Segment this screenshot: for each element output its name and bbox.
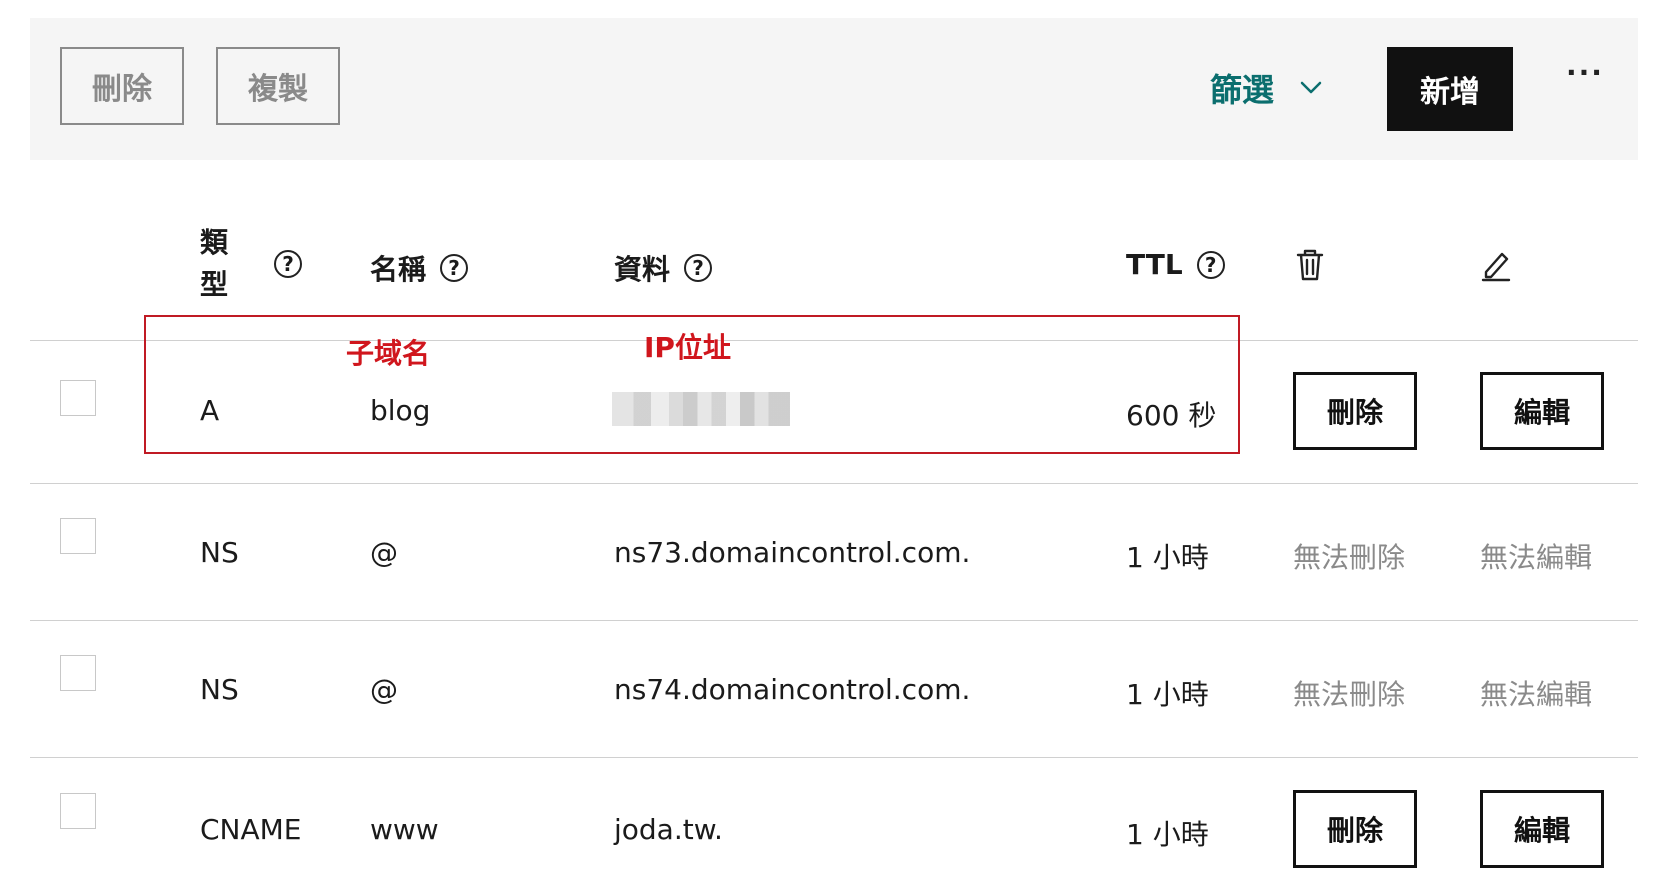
help-icon-name[interactable]: ? xyxy=(440,254,469,282)
pencil-icon xyxy=(1481,252,1511,282)
help-icon-ttl[interactable]: ? xyxy=(1196,250,1225,279)
delete-button[interactable]: 刪除 xyxy=(1293,790,1417,868)
header-name-label: 名稱 xyxy=(370,253,427,286)
row-divider xyxy=(30,620,1638,621)
edit-button[interactable]: 編輯 xyxy=(1480,790,1604,868)
help-icon-type[interactable]: ? xyxy=(274,250,302,278)
record-data: ns74.domaincontrol.com. xyxy=(614,673,971,706)
edit-disabled-label: 無法編輯 xyxy=(1480,541,1593,574)
row-checkbox[interactable] xyxy=(60,518,96,554)
row-checkbox[interactable] xyxy=(60,655,96,691)
add-record-button[interactable]: 新增 xyxy=(1387,47,1513,131)
copy-button[interactable]: 複製 xyxy=(216,47,340,125)
row-divider xyxy=(30,483,1638,484)
delete-disabled-label: 無法刪除 xyxy=(1293,541,1406,574)
edit-disabled-label: 無法編輯 xyxy=(1480,678,1593,711)
edit-button[interactable]: 編輯 xyxy=(1480,372,1604,450)
record-data: ns73.domaincontrol.com. xyxy=(614,536,971,569)
delete-disabled-label: 無法刪除 xyxy=(1293,678,1406,711)
record-type: CNAME xyxy=(200,813,302,846)
header-ttl: TTL ? xyxy=(1126,248,1225,281)
chevron-down-icon xyxy=(1300,81,1322,94)
row-divider xyxy=(30,757,1638,758)
record-name: @ xyxy=(370,673,398,706)
header-ttl-label: TTL xyxy=(1126,248,1183,281)
row-checkbox[interactable] xyxy=(60,793,96,829)
filter-dropdown[interactable]: 篩選 xyxy=(1210,68,1322,109)
annotation-ip: IP位址 xyxy=(644,331,731,364)
header-data-label: 資料 xyxy=(614,253,671,286)
header-name: 名稱 ? xyxy=(370,248,469,288)
record-name: www xyxy=(370,813,439,846)
delete-button[interactable]: 刪除 xyxy=(1293,372,1417,450)
record-type: NS xyxy=(200,536,239,569)
header-type: 類 型 xyxy=(200,226,229,301)
record-data: joda.tw. xyxy=(614,813,723,846)
record-ttl: 1 小時 xyxy=(1126,818,1209,851)
record-ttl: 1 小時 xyxy=(1126,541,1209,574)
help-icon-data[interactable]: ? xyxy=(684,254,713,282)
record-name: @ xyxy=(370,536,398,569)
toolbar: 刪除 複製 篩選 新增 ··· xyxy=(30,18,1638,160)
more-options-icon[interactable]: ··· xyxy=(1565,56,1605,89)
trash-icon xyxy=(1296,249,1324,281)
header-data: 資料 ? xyxy=(614,248,713,288)
annotation-subdomain: 子域名 xyxy=(346,337,431,370)
record-ttl: 1 小時 xyxy=(1126,678,1209,711)
row-checkbox[interactable] xyxy=(60,380,96,416)
record-type: NS xyxy=(200,673,239,706)
filter-label: 篩選 xyxy=(1210,71,1275,109)
bulk-delete-button[interactable]: 刪除 xyxy=(60,47,184,125)
